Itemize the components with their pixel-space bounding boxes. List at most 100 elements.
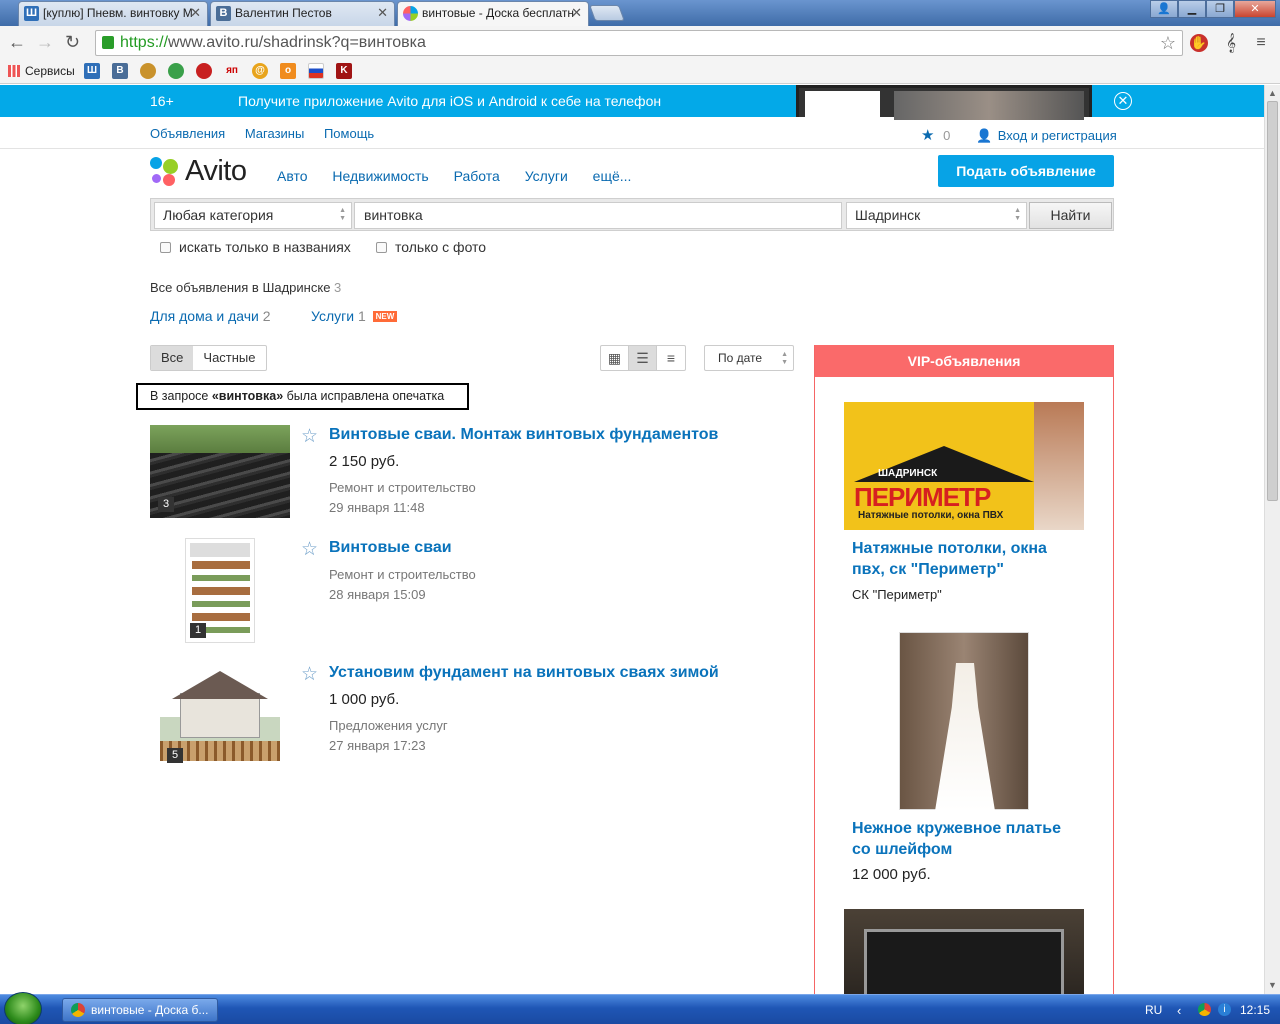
close-icon[interactable]: ✕ <box>571 2 582 24</box>
link-ads[interactable]: Объявления <box>150 126 225 141</box>
ad-title[interactable]: Винтовые сваи <box>329 539 452 557</box>
tab-valentin[interactable]: В Валентин Пестов ✕ <box>210 1 395 26</box>
taskbar-item-label: винтовые - Доска б... <box>91 1003 209 1017</box>
login-link[interactable]: Вход и регистрация <box>998 128 1117 143</box>
link-shops[interactable]: Магазины <box>245 126 305 141</box>
chrome-tray-icon[interactable] <box>1198 1003 1211 1016</box>
start-button[interactable] <box>4 992 42 1024</box>
ad-title[interactable]: Винтовые сваи. Монтаж винтовых фундамент… <box>329 426 718 444</box>
tab-vintovye[interactable]: винтовые - Доска бесплатн ✕ <box>397 1 589 27</box>
list-view-icon[interactable]: ☰ <box>629 346 657 370</box>
adblock-icon[interactable]: ✋ <box>1190 34 1208 52</box>
sort-select[interactable]: По дате ▲ ▼ <box>704 345 794 371</box>
vip-dress-photo[interactable] <box>899 632 1029 811</box>
bookmark-yap-icon[interactable]: яп <box>224 63 240 79</box>
bookmark-vk-icon[interactable]: В <box>112 63 128 79</box>
checkbox-label: только с фото <box>395 239 487 255</box>
logo-text: Avito <box>185 155 247 187</box>
main-nav: Авто Недвижимость Работа Услуги ещё... <box>277 168 652 184</box>
close-icon[interactable]: ✕ <box>377 2 388 24</box>
search-query: винтовка <box>364 207 423 223</box>
nav-more[interactable]: ещё... <box>593 168 632 184</box>
close-icon[interactable]: ✕ <box>1114 92 1132 110</box>
city-select[interactable]: Шадринск ▲ ▼ <box>846 202 1027 229</box>
language-indicator[interactable]: RU <box>1145 1003 1162 1017</box>
divider <box>0 148 1264 149</box>
checkbox-box[interactable] <box>376 241 387 253</box>
category-count: 1 <box>357 308 366 324</box>
menu-icon[interactable]: ≡ <box>1252 34 1270 52</box>
window-close-icon[interactable]: ✕ <box>1234 0 1276 18</box>
bookmark-mail-icon[interactable]: @ <box>252 63 268 79</box>
apps-shortcut[interactable]: Сервисы <box>8 64 75 78</box>
close-icon[interactable]: ✕ <box>190 2 201 24</box>
chrome-icon <box>71 1003 85 1017</box>
forward-icon[interactable]: → <box>36 32 54 53</box>
filter-all-button[interactable]: Все <box>151 346 194 370</box>
taskbar-chrome-item[interactable]: винтовые - Доска б... <box>62 998 218 1022</box>
back-icon[interactable]: ← <box>8 32 26 53</box>
grid-view-icon[interactable]: ▦ <box>601 346 629 370</box>
ad-photo[interactable] <box>160 663 280 761</box>
bookmark-ball-icon[interactable] <box>140 63 156 79</box>
favorite-star-icon[interactable]: ☆ <box>301 425 318 448</box>
post-ad-button[interactable]: Подать объявление <box>938 155 1114 187</box>
vip-banner-perimetr[interactable]: ШАДРИНСК ПЕРИМЕТР Натяжные потолки, окна… <box>844 402 1084 530</box>
nav-services[interactable]: Услуги <box>525 168 568 184</box>
address-bar[interactable]: https://www.avito.ru/shadrinsk?q=винтовк… <box>95 30 1183 56</box>
nav-realty[interactable]: Недвижимость <box>332 168 428 184</box>
filter-private-button[interactable]: Частные <box>193 346 265 370</box>
compact-view-icon[interactable]: ≡ <box>657 346 685 370</box>
bookmark-ok-icon[interactable]: o <box>280 63 296 79</box>
clock[interactable]: 12:15 <box>1240 1003 1270 1017</box>
bookmark-flag-icon[interactable] <box>308 63 324 79</box>
search-input[interactable]: винтовка <box>354 202 842 229</box>
vip-title[interactable]: Натяжные потолки, окна пвх, ск "Периметр… <box>852 538 1082 580</box>
vip-microwave-photo[interactable] <box>844 909 1084 994</box>
reload-icon[interactable]: ↻ <box>65 32 80 53</box>
chevron-left-icon[interactable]: ‹ <box>1177 1003 1181 1018</box>
nav-jobs[interactable]: Работа <box>454 168 500 184</box>
bookmarks-bar: Сервисы Ш В яп @ o K <box>0 59 1280 84</box>
favorite-star-icon[interactable]: ☆ <box>301 663 318 686</box>
new-tab-button[interactable] <box>589 5 625 21</box>
category-select[interactable]: Любая категория ▲ ▼ <box>154 202 352 229</box>
link-help[interactable]: Помощь <box>324 126 374 141</box>
all-ads-heading: Все объявления в Шадринске 3 <box>150 280 341 295</box>
maximize-icon[interactable]: ❐ <box>1206 0 1234 18</box>
bookmark-sh-icon[interactable]: Ш <box>84 63 100 79</box>
page-scrollbar[interactable]: ▲ ▼ <box>1264 85 1280 994</box>
tab-kuplyu[interactable]: Ш [куплю] Пневм. винтовку М ✕ <box>18 1 208 26</box>
star-icon[interactable]: ★ <box>921 127 934 144</box>
favorites-count[interactable]: 0 <box>943 128 950 143</box>
favorite-star-icon[interactable]: ☆ <box>301 538 318 561</box>
info-icon[interactable]: i <box>1218 1003 1231 1016</box>
ad-item[interactable]: 3 ☆ Винтовые сваи. Монтаж винтовых фунда… <box>150 425 800 520</box>
app-promo-banner[interactable]: 16+ Получите приложение Avito для iOS и … <box>0 85 1264 120</box>
only-photo-checkbox[interactable]: только с фото <box>376 239 486 255</box>
nav-auto[interactable]: Авто <box>277 168 308 184</box>
bookmark-star-icon[interactable]: ☆ <box>1160 31 1176 55</box>
ad-title[interactable]: Установим фундамент на винтовых сваях зи… <box>329 664 719 682</box>
category-label[interactable]: Услуги <box>311 308 354 324</box>
minimize-icon[interactable]: ▁ <box>1178 0 1206 18</box>
ad-item[interactable]: 5 ☆ Установим фундамент на винтовых свая… <box>150 663 800 763</box>
bookmark-emblem-icon[interactable] <box>196 63 212 79</box>
treble-clef-icon[interactable]: 𝄞 <box>1222 34 1240 52</box>
scroll-up-icon[interactable]: ▲ <box>1268 88 1277 98</box>
vip-title[interactable]: Нежное кружевное платье со шлейфом <box>852 818 1082 860</box>
promo-message[interactable]: Получите приложение Avito для iOS и Andr… <box>238 93 661 109</box>
bookmark-k-icon[interactable]: K <box>336 63 352 79</box>
user-icon[interactable]: 👤 <box>1150 0 1178 18</box>
scroll-thumb[interactable] <box>1267 101 1278 501</box>
checkbox-box[interactable] <box>160 241 171 253</box>
find-button[interactable]: Найти <box>1029 202 1112 229</box>
scroll-down-icon[interactable]: ▼ <box>1268 980 1277 990</box>
category-services[interactable]: Услуги 1 NEW <box>311 308 398 324</box>
ad-item[interactable]: 1 ☆ Винтовые сваи Ремонт и строительство… <box>150 538 800 646</box>
category-label[interactable]: Для дома и дачи <box>150 308 259 324</box>
bookmark-globe-icon[interactable] <box>168 63 184 79</box>
only-titles-checkbox[interactable]: искать только в названиях <box>160 239 351 255</box>
notice-word: «винтовка» <box>211 389 284 403</box>
category-home[interactable]: Для дома и дачи 2 <box>150 308 271 324</box>
